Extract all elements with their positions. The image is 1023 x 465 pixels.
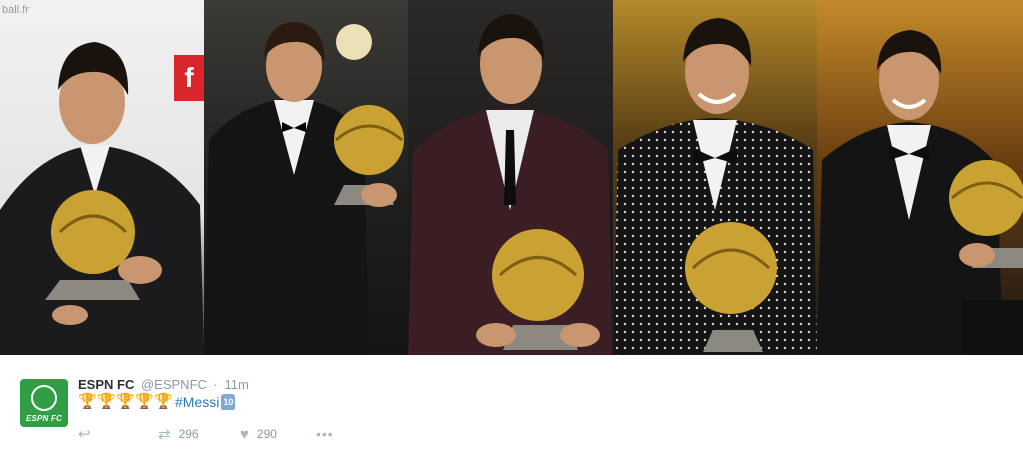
player-figure <box>0 42 204 355</box>
tweet-card: ESPN FC ESPN FC @ESPNFC · 11m 🏆 🏆 🏆 🏆 🏆 … <box>0 355 1023 465</box>
reply-button[interactable]: ↩ <box>78 425 158 443</box>
retweet-icon: ⇄ <box>158 426 171 443</box>
retweet-button[interactable]: ⇄ 296 <box>158 425 240 443</box>
separator-dot: · <box>213 377 218 392</box>
player-figure <box>817 30 1023 355</box>
avatar-brand-text: ESPN FC <box>25 414 63 423</box>
media-image-strip[interactable]: ball.fr f <box>0 0 1023 355</box>
trophy-emoji-icon: 🏆 <box>116 393 135 410</box>
trophy-emoji-icon: 🏆 <box>78 393 97 410</box>
soccer-ball-icon <box>31 385 57 411</box>
more-options-button[interactable]: ••• <box>316 426 334 442</box>
trophy-emoji-icon: 🏆 <box>135 393 154 410</box>
photo-ballon-dor-2015[interactable] <box>817 0 1023 355</box>
account-handle[interactable]: @ESPNFC <box>141 377 207 392</box>
like-count: 290 <box>256 427 277 441</box>
heart-icon: ♥ <box>240 425 249 443</box>
tweet-header: ESPN FC @ESPNFC · 11m <box>78 377 249 392</box>
account-name[interactable]: ESPN FC <box>78 377 134 392</box>
trophy-emoji-icon: 🏆 <box>97 393 116 410</box>
photo-ballon-dor-2010[interactable] <box>204 0 408 355</box>
photo-ballon-dor-2009[interactable]: ball.fr f <box>0 0 204 355</box>
like-button[interactable]: ♥ 290 <box>240 426 316 443</box>
player-figure <box>613 18 817 355</box>
retweet-count: 296 <box>178 427 199 441</box>
player-figure <box>204 22 404 355</box>
timestamp-link[interactable]: 11m <box>225 377 249 392</box>
tweet-actions: ↩ ⇄ 296 ♥ 290 ••• <box>78 425 334 444</box>
photo-ballon-dor-2011[interactable] <box>408 0 613 355</box>
photo-ballon-dor-2012[interactable] <box>613 0 817 355</box>
reply-icon: ↩ <box>78 426 91 443</box>
tweet-text: 🏆 🏆 🏆 🏆 🏆 #Messi 10 <box>78 393 236 410</box>
avatar[interactable]: ESPN FC <box>20 379 68 427</box>
jersey-icon: 10 <box>221 394 236 410</box>
trophy-emoji-icon: 🏆 <box>154 393 173 410</box>
hashtag-link[interactable]: #Messi <box>175 394 219 410</box>
player-figure <box>408 14 613 355</box>
